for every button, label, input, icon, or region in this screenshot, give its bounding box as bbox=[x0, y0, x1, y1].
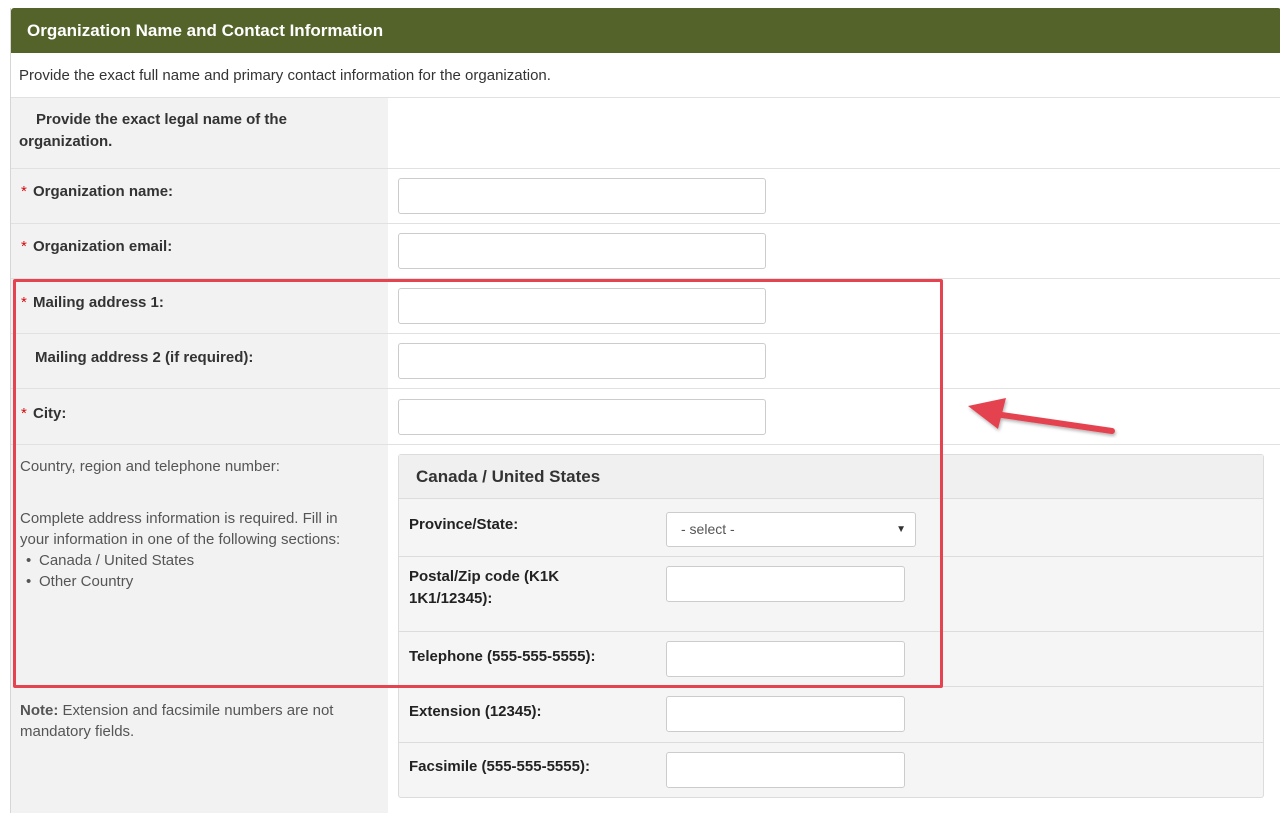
annotation-arrow-icon bbox=[968, 398, 1115, 434]
row-divider bbox=[399, 742, 1263, 743]
org-email-input[interactable] bbox=[398, 233, 766, 269]
extension-input[interactable] bbox=[666, 696, 905, 732]
org-email-label-text: Organization email: bbox=[33, 238, 173, 255]
row-divider bbox=[11, 168, 1280, 169]
org-email-label: * Organization email: bbox=[21, 236, 172, 258]
highlight-box bbox=[13, 279, 943, 688]
facsimile-label: Facsimile (555-555-5555): bbox=[409, 758, 590, 775]
required-marker: * bbox=[21, 238, 27, 255]
section-intro: Provide the exact full name and primary … bbox=[11, 53, 1280, 98]
legal-name-note: Provide the exact legal name of the orga… bbox=[19, 111, 287, 150]
note-text: Extension and facsimile numbers are not … bbox=[20, 702, 334, 740]
extension-label: Extension (12345): bbox=[409, 703, 542, 720]
org-name-label-text: Organization name: bbox=[33, 183, 174, 200]
required-marker: * bbox=[21, 183, 27, 200]
row-divider bbox=[11, 223, 1280, 224]
note-bold: Note: bbox=[20, 702, 59, 719]
optional-note: Note: Extension and facsimile numbers ar… bbox=[20, 700, 380, 742]
section-header: Organization Name and Contact Informatio… bbox=[11, 8, 1280, 53]
org-name-input[interactable] bbox=[398, 178, 766, 214]
facsimile-input[interactable] bbox=[666, 752, 905, 788]
org-name-label: * Organization name: bbox=[21, 181, 173, 203]
